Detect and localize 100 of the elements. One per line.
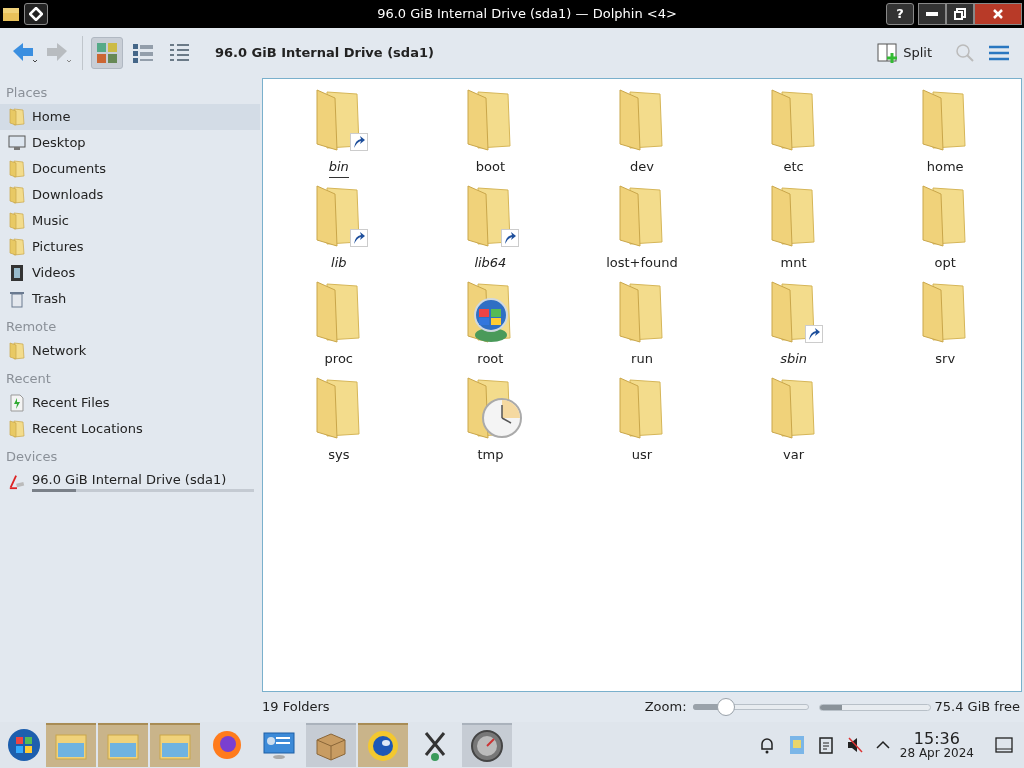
file-name: home xyxy=(926,158,964,176)
folder-icon xyxy=(2,6,20,22)
folder-icon xyxy=(9,108,25,126)
clock[interactable]: 15:36 28 Apr 2024 xyxy=(899,731,974,759)
zoom-label: Zoom: xyxy=(644,698,687,717)
show-desktop-icon xyxy=(995,737,1013,753)
section-heading: Recent xyxy=(5,370,52,389)
section-heading: Places xyxy=(5,84,49,103)
sidebar-item[interactable]: Recent Files xyxy=(0,390,260,416)
minimize-icon xyxy=(926,12,938,16)
restore-button[interactable] xyxy=(946,3,974,25)
file-name: run xyxy=(631,350,653,368)
trash-icon xyxy=(9,290,25,308)
sidebar-item-label: Music xyxy=(32,212,69,231)
file-item[interactable]: lib xyxy=(263,183,415,279)
help-button[interactable]: ? xyxy=(886,3,914,25)
close-icon xyxy=(992,8,1004,20)
file-item[interactable]: var xyxy=(717,375,870,471)
globe-icon xyxy=(366,729,400,763)
browser-icon xyxy=(211,729,243,761)
sidebar-item[interactable]: Downloads xyxy=(0,182,260,208)
file-name: etc xyxy=(783,158,804,176)
sidebar-item[interactable]: Documents xyxy=(0,156,260,182)
file-item[interactable]: usr xyxy=(566,375,718,471)
folder-count: 19 Folders xyxy=(262,698,331,717)
folder-icon xyxy=(9,342,25,360)
search-icon xyxy=(955,43,975,63)
view-mode-button[interactable] xyxy=(91,37,123,69)
file-item[interactable]: root xyxy=(414,279,567,375)
gauge-icon xyxy=(470,729,504,763)
clipboard-image-icon xyxy=(787,735,806,755)
window-title: 96.0 GiB Internal Drive (sda1) — Dolphin <4> xyxy=(377,5,677,24)
sidebar-item-label: Videos xyxy=(32,264,76,283)
document-icon xyxy=(9,394,25,412)
sidebar-item[interactable]: Pictures xyxy=(0,234,260,260)
sidebar-item[interactable]: Music xyxy=(0,208,260,234)
free-space-label: 75.4 GiB free xyxy=(934,698,1020,717)
file-name: var xyxy=(783,446,805,464)
sidebar-item-label: Downloads xyxy=(32,186,104,205)
file-name: lost+found xyxy=(606,254,678,272)
sidebar-item[interactable]: Recent Locations xyxy=(0,416,260,442)
file-item[interactable]: opt xyxy=(869,183,1021,279)
folder-icon xyxy=(9,420,25,438)
task-button[interactable] xyxy=(358,723,408,767)
file-name: dev xyxy=(630,158,654,176)
folder-icon xyxy=(158,731,192,761)
file-item[interactable]: tmp xyxy=(414,375,567,471)
task-button[interactable] xyxy=(462,723,512,767)
sidebar-item[interactable]: Videos xyxy=(0,260,260,286)
forward-arrow-icon xyxy=(45,41,73,65)
file-item[interactable]: sbin xyxy=(717,279,870,375)
file-item[interactable]: mnt xyxy=(717,183,870,279)
file-item[interactable]: run xyxy=(566,279,718,375)
file-name: boot xyxy=(475,158,505,176)
file-item[interactable]: home xyxy=(869,87,1021,183)
sidebar-item[interactable]: Desktop xyxy=(0,130,260,156)
folder-icon xyxy=(106,731,140,761)
sidebar-item-label: 96.0 GiB Internal Drive (sda1) xyxy=(32,470,228,489)
zoom-slider[interactable] xyxy=(692,697,809,717)
file-name: usr xyxy=(631,446,653,464)
details-view-icon xyxy=(168,42,190,64)
file-item[interactable]: boot xyxy=(414,87,567,183)
chevron-up-icon xyxy=(875,740,890,750)
close-button[interactable] xyxy=(974,3,1022,25)
monitor-icon xyxy=(8,135,26,151)
sidebar-item-label: Documents xyxy=(32,160,107,179)
grid-view-icon xyxy=(96,42,118,64)
menu-icon xyxy=(989,45,1009,61)
sidebar-item[interactable]: 96.0 GiB Internal Drive (sda1) xyxy=(0,468,260,494)
file-name: mnt xyxy=(780,254,807,272)
sidebar-item[interactable]: Network xyxy=(0,338,260,364)
folder-icon xyxy=(9,212,25,230)
file-name: root xyxy=(477,350,504,368)
file-name: sys xyxy=(328,446,350,464)
file-item[interactable]: bin xyxy=(263,87,415,183)
sidebar-item-label: Desktop xyxy=(32,134,86,153)
folder-icon xyxy=(54,731,88,761)
file-item[interactable]: sys xyxy=(263,375,415,471)
start-orb-icon xyxy=(7,728,41,762)
file-item[interactable]: lost+found xyxy=(566,183,718,279)
file-item[interactable]: srv xyxy=(869,279,1021,375)
file-item[interactable]: etc xyxy=(717,87,870,183)
file-item[interactable]: dev xyxy=(566,87,718,183)
folder-icon xyxy=(9,160,25,178)
sidebar-item[interactable]: Home xyxy=(0,104,260,130)
minimize-button[interactable] xyxy=(918,3,946,25)
window-menu-button[interactable] xyxy=(24,3,48,25)
sidebar-item[interactable]: Trash xyxy=(0,286,260,312)
split-button[interactable]: Split xyxy=(873,38,936,68)
folder-icon xyxy=(9,238,25,256)
sidebar-item-label: Home xyxy=(32,108,71,127)
sidebar-item-label: Recent Locations xyxy=(32,420,143,439)
monitor-icon xyxy=(262,730,296,760)
file-item[interactable]: lib64 xyxy=(414,183,567,279)
sidebar-item-label: Network xyxy=(32,342,87,361)
file-item[interactable]: proc xyxy=(263,279,415,375)
zoom-thumb[interactable] xyxy=(717,698,736,716)
package-icon xyxy=(314,730,348,762)
sidebar-item-label: Pictures xyxy=(32,238,84,257)
split-view-icon xyxy=(877,43,900,63)
